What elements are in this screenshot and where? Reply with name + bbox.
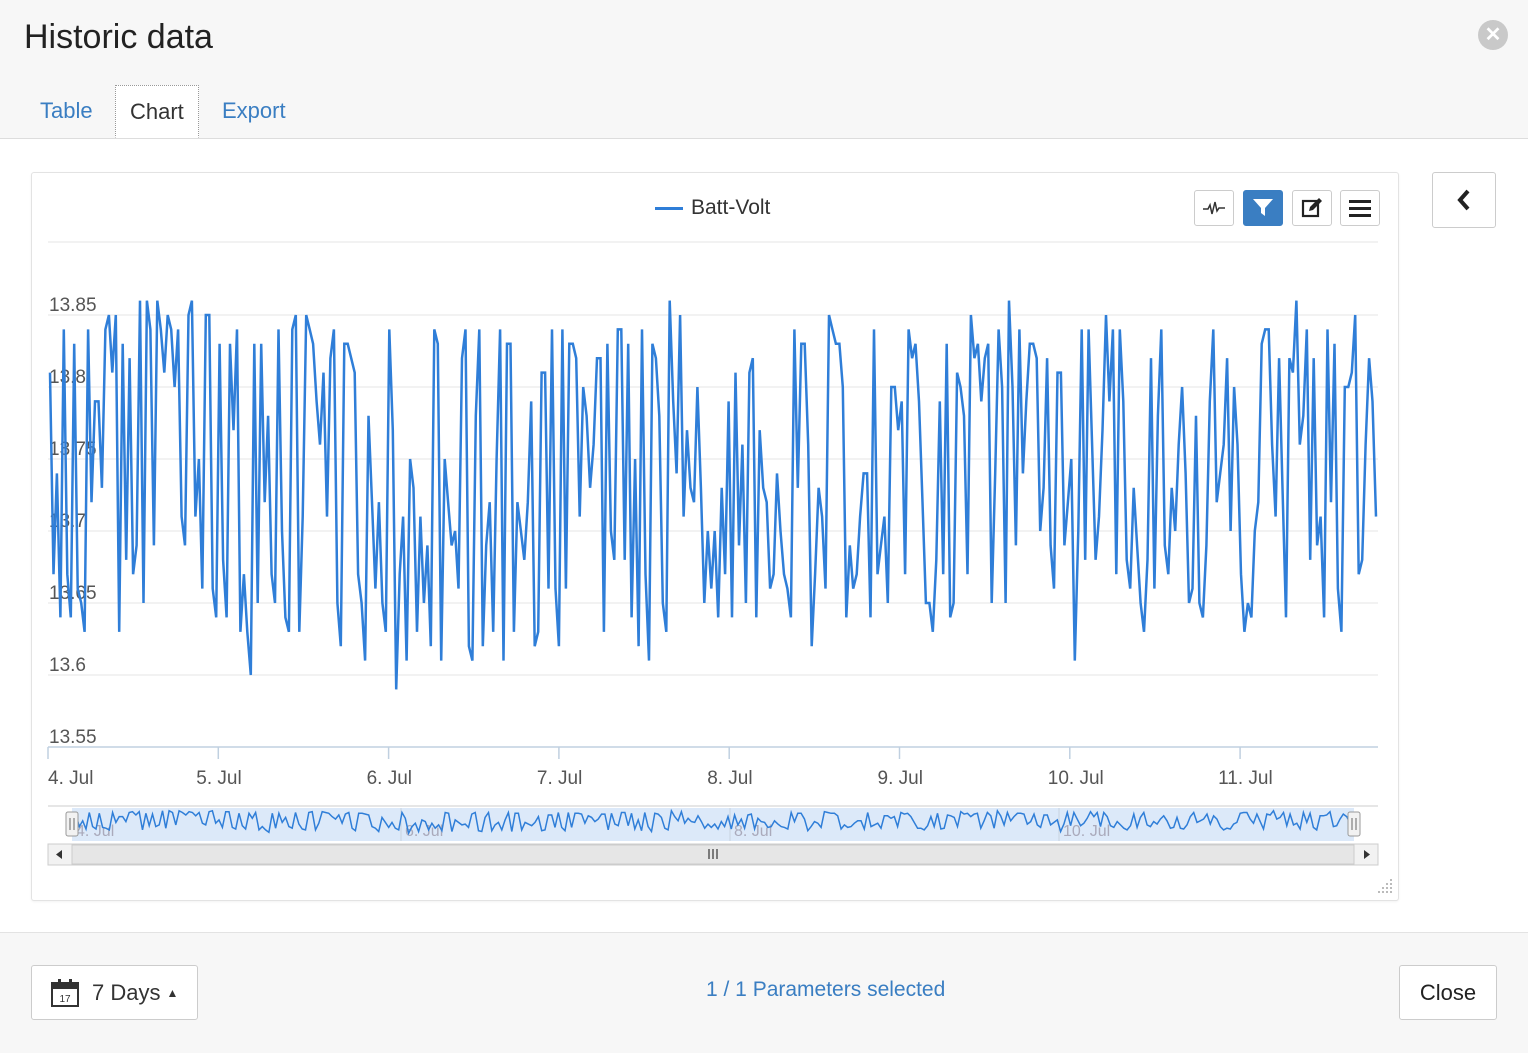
chart-container [31,172,1399,901]
range-dropdown-button[interactable]: 17 7 Days ▲ [31,965,198,1020]
chevron-left-icon[interactable] [1432,172,1496,228]
calendar-day: 17 [59,994,71,1005]
calendar-icon: 17 [51,978,79,1007]
dialog-title: Historic data [24,18,213,56]
tab-bar: Table Chart Export [0,85,1528,139]
range-label: 7 Days [92,979,161,1005]
filter-icon[interactable] [1243,190,1283,226]
chart-legend-item[interactable]: Batt-Volt [655,196,770,220]
legend-label: Batt-Volt [691,196,771,219]
tab-export[interactable]: Export [222,85,286,137]
tab-chart[interactable]: Chart [115,85,199,138]
line-chart-icon[interactable] [1194,190,1234,226]
parameters-selected-link[interactable]: 1 / 1 Parameters selected [706,978,945,1002]
tab-table[interactable]: Table [40,85,93,137]
close-button[interactable]: Close [1399,965,1497,1020]
legend-swatch [655,206,683,210]
dialog-header: Historic data ✕ [0,0,1528,80]
edit-icon[interactable] [1292,190,1332,226]
caret-up-icon: ▲ [166,985,179,1000]
menu-icon[interactable] [1340,190,1380,226]
close-circle-icon[interactable]: ✕ [1478,20,1508,50]
